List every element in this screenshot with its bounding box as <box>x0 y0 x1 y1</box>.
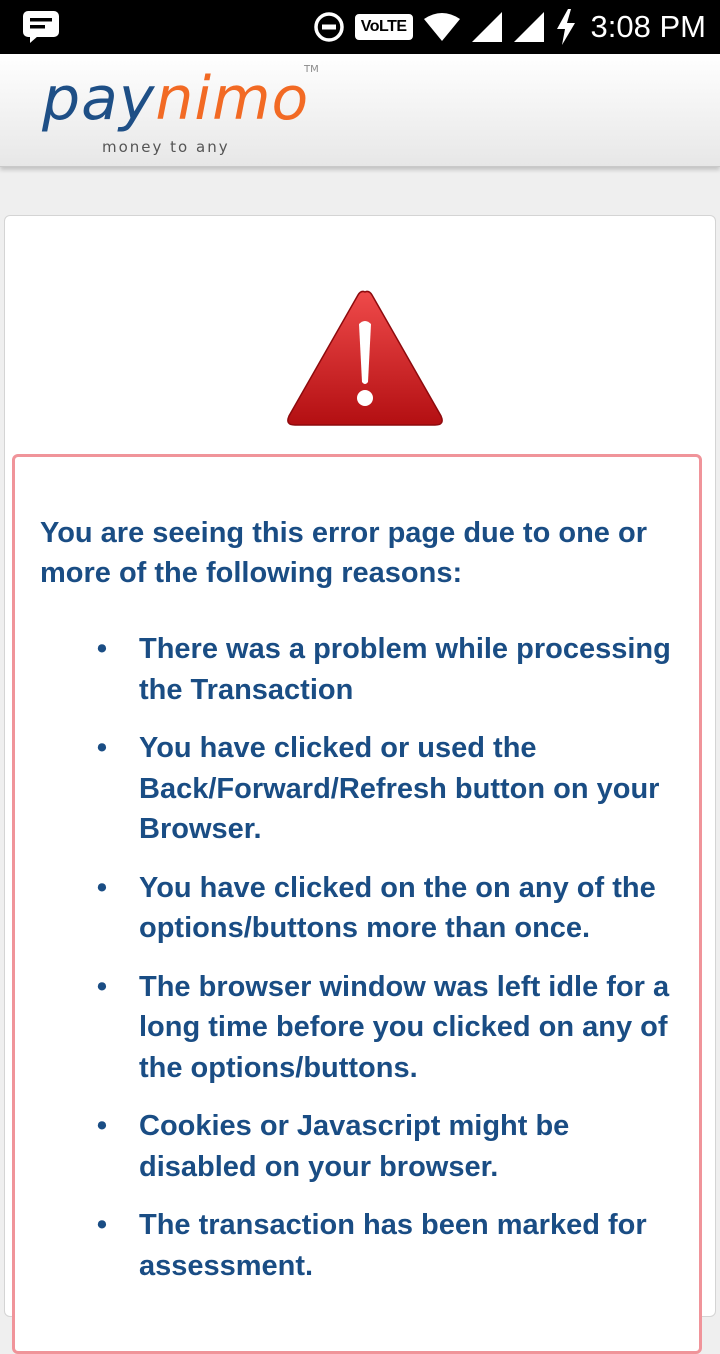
logo-pay-text: pay <box>42 64 156 134</box>
reason-text: The transaction has been marked for asse… <box>139 1209 647 1282</box>
reasons-list: • There was a problem while processing th… <box>15 629 705 1304</box>
list-item: • You have clicked on the on any of the o… <box>15 868 705 949</box>
bullet: • <box>96 1110 108 1142</box>
bullet: • <box>96 970 108 1003</box>
reason-text: You have clicked or used the Back/Forwar… <box>139 732 660 845</box>
charging-icon <box>556 9 575 45</box>
reason-text: Cookies or Javascript might be disabled … <box>139 1110 570 1183</box>
error-card: You are seeing this error page due to on… <box>4 215 716 1354</box>
list-item: • You have clicked or used the Back/Forwa… <box>15 728 705 850</box>
logo-trademark: TM <box>304 64 319 75</box>
message-notification-icon <box>23 11 59 43</box>
list-item: • Cookies or Javascript might be disabled… <box>15 1106 705 1187</box>
logo-wordmark: paynimo <box>42 64 309 134</box>
paynimo-logo[interactable]: paynimo TM money to any <box>42 64 342 164</box>
reason-text: There was a problem while processing the… <box>139 633 671 706</box>
do-not-disturb-icon <box>314 12 344 42</box>
list-item: • The browser window was left idle for a … <box>15 967 705 1089</box>
warning-triangle-icon <box>287 290 443 426</box>
status-icons: VoLTE 3:08 PM <box>303 6 706 48</box>
status-time: 3:08 PM <box>590 9 706 44</box>
bullet: • <box>96 871 108 904</box>
error-reasons-box: You are seeing this error page due to on… <box>12 454 702 1354</box>
reason-text: You have clicked on the on any of the op… <box>139 871 656 945</box>
error-intro-text: You are seeing this error page due to on… <box>40 517 647 589</box>
list-item: • There was a problem while processing th… <box>15 629 705 710</box>
bullet: • <box>96 1209 108 1241</box>
volte-badge: VoLTE <box>354 14 413 40</box>
bullet: • <box>96 732 108 764</box>
status-bar: VoLTE 3:08 PM <box>0 0 720 54</box>
reason-text: The browser window was left idle for a l… <box>139 970 670 1084</box>
logo-tagline: money to any <box>102 138 230 156</box>
list-item: • The transaction has been marked for ass… <box>15 1205 705 1286</box>
logo-nimo-text: nimo <box>155 64 310 134</box>
wifi-icon <box>423 13 460 41</box>
bullet: • <box>96 633 108 665</box>
signal-icon <box>513 12 544 42</box>
site-header: paynimo TM money to any <box>0 54 720 167</box>
signal-icon <box>471 12 502 42</box>
